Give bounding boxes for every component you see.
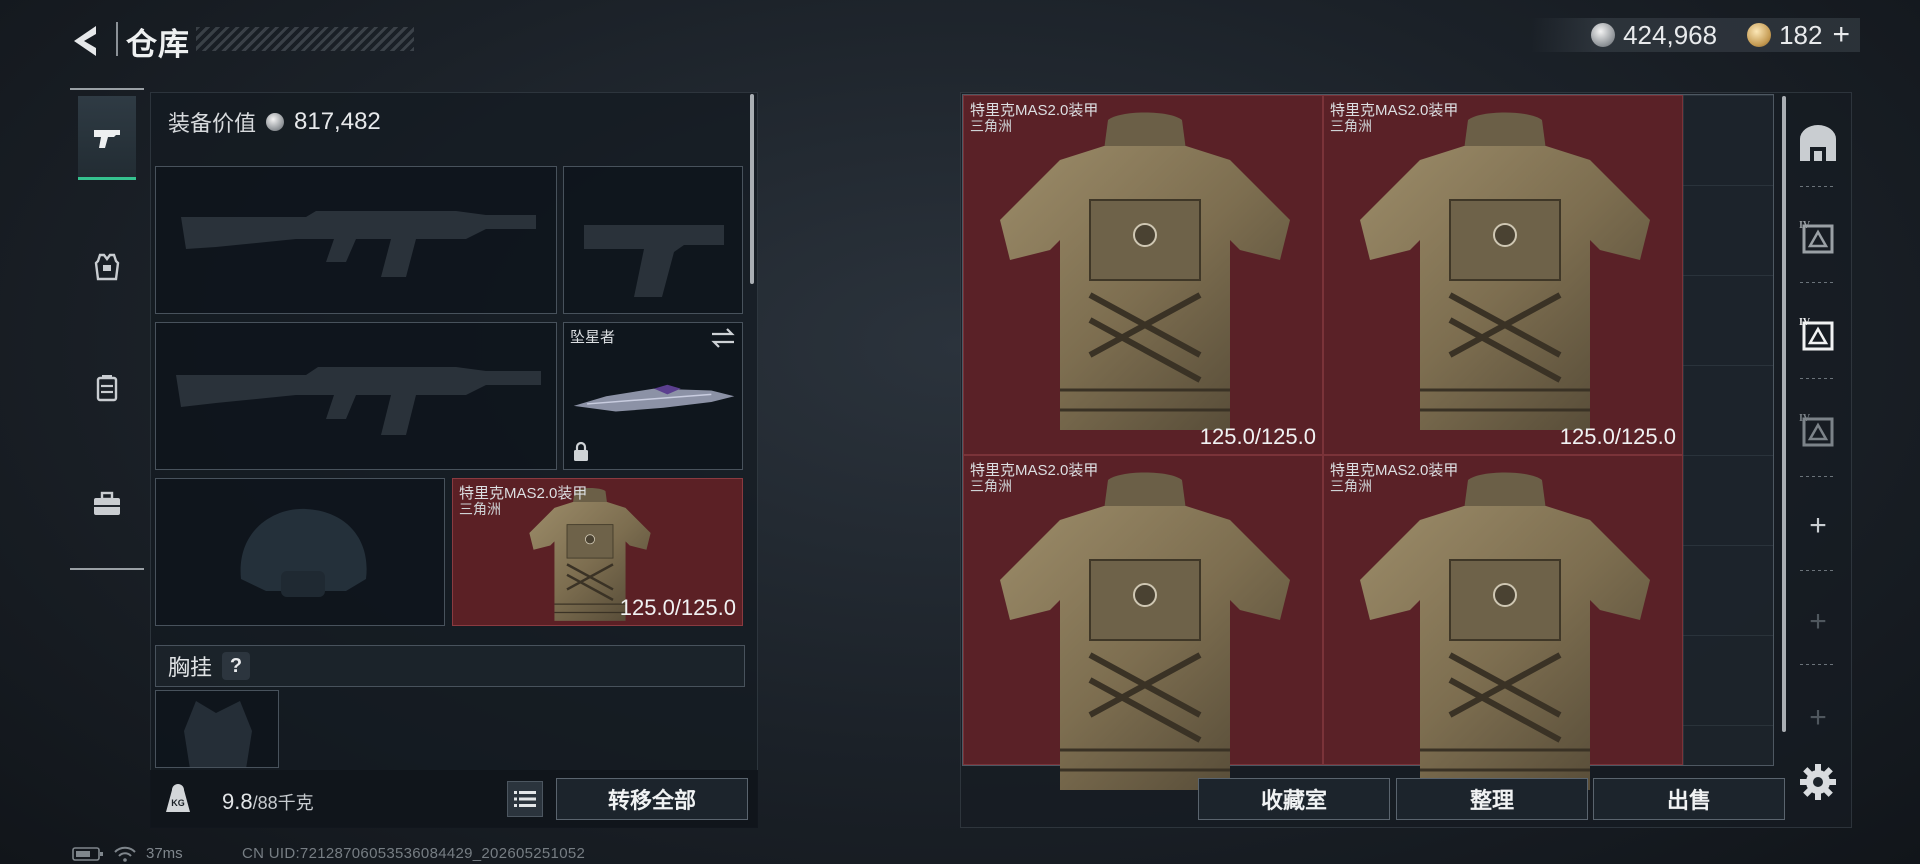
armor-slot-sub: 三角洲 xyxy=(459,501,501,517)
sell-button[interactable]: 出售 xyxy=(1593,778,1785,820)
gold-amount: 182 xyxy=(1779,19,1823,50)
weight-capacity: /88千克 xyxy=(252,793,314,813)
helmet-silhouette-icon xyxy=(240,508,367,597)
secondary-primary-slot[interactable] xyxy=(155,322,557,470)
ping-readout: 37ms xyxy=(146,845,183,862)
equipment-value-label: 装备价值 xyxy=(168,111,257,136)
chest-rig-silhouette-icon xyxy=(184,701,252,767)
melee-name: 坠星者 xyxy=(570,329,616,346)
armor-vest-icon xyxy=(990,110,1300,440)
add-currency-button[interactable]: + xyxy=(1832,20,1850,50)
armor-vest-icon xyxy=(1350,110,1660,440)
chest-rig-label: 胸挂 xyxy=(168,655,213,680)
back-button[interactable] xyxy=(64,18,110,64)
silver-coin-icon xyxy=(1591,23,1616,47)
title-separator xyxy=(116,22,118,56)
storage-armor-item-1[interactable]: 特里克MAS2.0装甲 三角洲 125.0/125.0 xyxy=(963,95,1323,455)
storage-tab-main[interactable] xyxy=(1792,110,1844,176)
tab-divider xyxy=(1800,570,1836,571)
storage-tab-expansion-3[interactable]: IV xyxy=(1792,398,1844,464)
item-sub: 三角洲 xyxy=(970,118,1012,134)
settings-gear-icon[interactable] xyxy=(1794,758,1842,806)
wifi-icon xyxy=(114,846,136,862)
item-sub: 三角洲 xyxy=(1330,478,1372,494)
collection-room-button[interactable]: 收藏室 xyxy=(1198,778,1390,820)
silver-amount: 424,968 xyxy=(1623,19,1718,50)
svg-text:IV: IV xyxy=(1799,413,1811,424)
svg-text:IV: IV xyxy=(1799,317,1811,328)
pistol-silhouette-icon xyxy=(584,225,724,297)
battery-icon xyxy=(72,846,103,861)
chest-rig-slot[interactable] xyxy=(155,690,279,768)
storage-scrollbar[interactable] xyxy=(1782,96,1786,732)
expansion-case-icon: IV xyxy=(1799,220,1834,254)
armor-slot-durability: 125.0/125.0 xyxy=(619,595,736,620)
storage-tab-expansion-1[interactable]: IV xyxy=(1792,205,1844,271)
rail-tab-backpack[interactable] xyxy=(78,346,136,430)
rail-tab-armor[interactable] xyxy=(78,226,136,310)
rail-tab-case[interactable] xyxy=(78,462,136,546)
armor-vest-icon xyxy=(990,470,1300,800)
pistol-icon xyxy=(94,129,120,148)
armor-vest-icon xyxy=(1350,470,1660,800)
tab-divider xyxy=(1800,282,1836,283)
rifle-silhouette-icon xyxy=(181,211,536,277)
currency-bar: 424,968 182 + xyxy=(1531,18,1860,52)
storage-armor-item-4[interactable]: 特里克MAS2.0装甲 三角洲 xyxy=(1323,455,1683,765)
add-storage-tab-button[interactable]: + xyxy=(1792,506,1844,546)
add-storage-tab-button[interactable]: + xyxy=(1792,602,1844,642)
storage-armor-item-2[interactable]: 特里克MAS2.0装甲 三角洲 125.0/125.0 xyxy=(1323,95,1683,455)
expansion-case-icon: IV xyxy=(1799,317,1834,351)
loadout-scrollbar[interactable] xyxy=(750,94,754,284)
expansion-case-icon: IV xyxy=(1799,413,1834,447)
rail-divider-top xyxy=(70,88,144,90)
knife-icon xyxy=(573,384,735,412)
swap-icon[interactable] xyxy=(710,327,736,349)
tab-divider xyxy=(1800,476,1836,477)
back-arrow-icon xyxy=(74,26,96,56)
silver-coin-icon xyxy=(266,113,285,131)
tab-divider xyxy=(1800,664,1836,665)
transfer-all-button[interactable]: 转移全部 xyxy=(556,778,748,820)
item-sub: 三角洲 xyxy=(1330,118,1372,134)
melee-slot[interactable]: 坠星者 xyxy=(563,322,743,470)
list-icon xyxy=(514,791,536,807)
gold-coin-icon xyxy=(1747,23,1772,47)
organize-button[interactable]: 整理 xyxy=(1396,778,1588,820)
svg-text:IV: IV xyxy=(1799,220,1811,231)
item-durability: 125.0/125.0 xyxy=(1199,424,1316,449)
svg-text:KG: KG xyxy=(171,798,185,808)
warehouse-icon xyxy=(1800,125,1836,161)
rifle-silhouette-icon xyxy=(176,367,541,435)
title-decoration xyxy=(196,27,414,51)
item-durability: 125.0/125.0 xyxy=(1559,424,1676,449)
tab-divider xyxy=(1800,186,1836,187)
help-button[interactable]: ? xyxy=(222,652,251,680)
page-title: 仓库 xyxy=(126,27,190,62)
weight-readout: 9.8/88千克 xyxy=(222,789,314,815)
secondary-weapon-slot[interactable] xyxy=(563,166,743,314)
rail-tab-weapons[interactable] xyxy=(78,96,136,180)
add-storage-tab-button[interactable]: + xyxy=(1792,698,1844,738)
equipment-value-amount: 817,482 xyxy=(294,108,381,135)
list-view-button[interactable] xyxy=(507,781,543,817)
helmet-slot[interactable] xyxy=(155,478,445,626)
user-id: CN UID:7212870605353608442​9_20260525105… xyxy=(242,845,586,862)
lock-icon xyxy=(574,441,588,461)
tab-divider xyxy=(1800,378,1836,379)
primary-weapon-slot[interactable] xyxy=(155,166,557,314)
chest-rig-header: 胸挂 ? xyxy=(155,645,745,687)
briefcase-icon xyxy=(94,491,120,515)
armor-slot[interactable]: 特里克MAS2.0装甲 三角洲 125.0/125.0 xyxy=(452,478,743,626)
backpack-icon xyxy=(96,375,118,402)
status-bar: 37ms xyxy=(72,845,183,862)
rail-divider-bottom xyxy=(70,568,144,570)
storage-armor-item-3[interactable]: 特里克MAS2.0装甲 三角洲 xyxy=(963,455,1323,765)
item-sub: 三角洲 xyxy=(970,478,1012,494)
weight-current: 9.8 xyxy=(222,789,253,814)
vest-icon xyxy=(94,253,120,281)
weight-kg-icon: KG xyxy=(166,784,190,812)
equipment-value: 装备价值 817,482 xyxy=(168,106,381,138)
storage-tab-expansion-2[interactable]: IV xyxy=(1792,302,1844,368)
